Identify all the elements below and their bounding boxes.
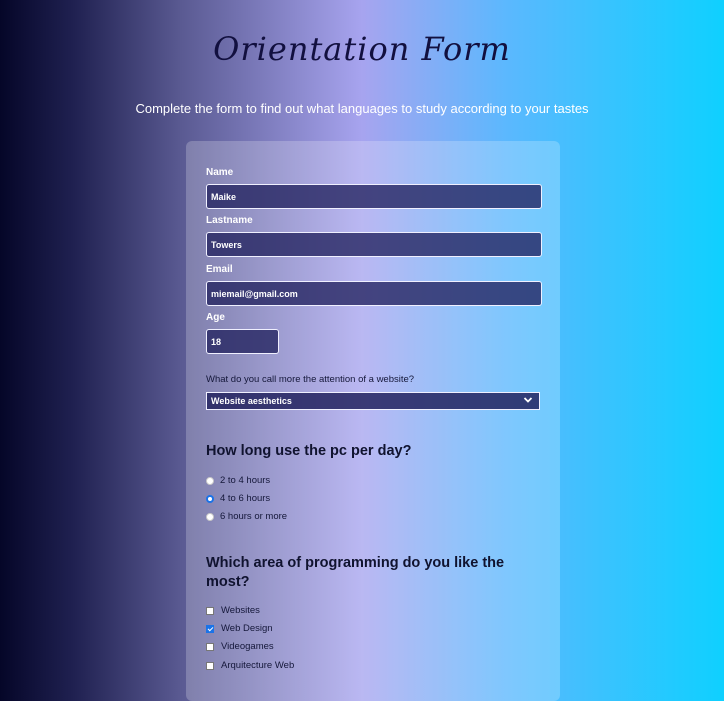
- checkbox[interactable]: [206, 661, 214, 670]
- pc-usage-option[interactable]: 6 hours or more: [206, 511, 287, 522]
- attention-selected-value: Website aesthetics: [211, 396, 292, 406]
- page-subtitle: Complete the form to find out what langu…: [135, 101, 589, 116]
- pc-usage-option[interactable]: 2 to 4 hours: [206, 475, 270, 486]
- programming-area-option-label: Websites: [221, 605, 260, 616]
- age-input[interactable]: [206, 329, 279, 354]
- name-label: Name: [206, 167, 234, 178]
- name-input[interactable]: [206, 184, 542, 209]
- programming-area-option[interactable]: Videogames: [206, 641, 274, 652]
- programming-area-option-label: Web Design: [221, 623, 273, 634]
- checkbox[interactable]: [206, 642, 214, 651]
- pc-usage-option-label: 6 hours or more: [220, 511, 288, 522]
- programming-area-option-label: Arquitecture Web: [221, 660, 295, 671]
- radio-button[interactable]: [206, 476, 214, 485]
- chevron-down-icon: [523, 397, 533, 403]
- page-title: Orientation Form: [213, 30, 511, 68]
- email-label: Email: [206, 264, 233, 275]
- form-card: Name Lastname Email Age What do you call…: [186, 141, 560, 701]
- attention-select[interactable]: Website aesthetics: [206, 392, 540, 410]
- pc-usage-heading: How long use the pc per day?: [206, 443, 412, 459]
- checkbox[interactable]: [206, 606, 214, 615]
- programming-area-option[interactable]: Arquitecture Web: [206, 660, 294, 671]
- radio-button[interactable]: [206, 494, 214, 503]
- pc-usage-option[interactable]: 4 to 6 hours: [206, 493, 270, 504]
- email-input[interactable]: [206, 281, 542, 306]
- lastname-input[interactable]: [206, 232, 542, 257]
- checkbox[interactable]: [206, 624, 214, 633]
- radio-button[interactable]: [206, 512, 214, 521]
- programming-area-option[interactable]: Websites: [206, 605, 260, 616]
- programming-area-heading: Which area of programming do you like th…: [206, 555, 505, 590]
- age-label: Age: [206, 312, 225, 323]
- programming-area-option[interactable]: Web Design: [206, 623, 273, 634]
- pc-usage-option-label: 2 to 4 hours: [220, 475, 271, 486]
- programming-area-option-label: Videogames: [221, 641, 274, 652]
- lastname-label: Lastname: [206, 215, 253, 226]
- attention-question: What do you call more the attention of a…: [206, 374, 415, 385]
- pc-usage-option-label: 4 to 6 hours: [220, 493, 271, 504]
